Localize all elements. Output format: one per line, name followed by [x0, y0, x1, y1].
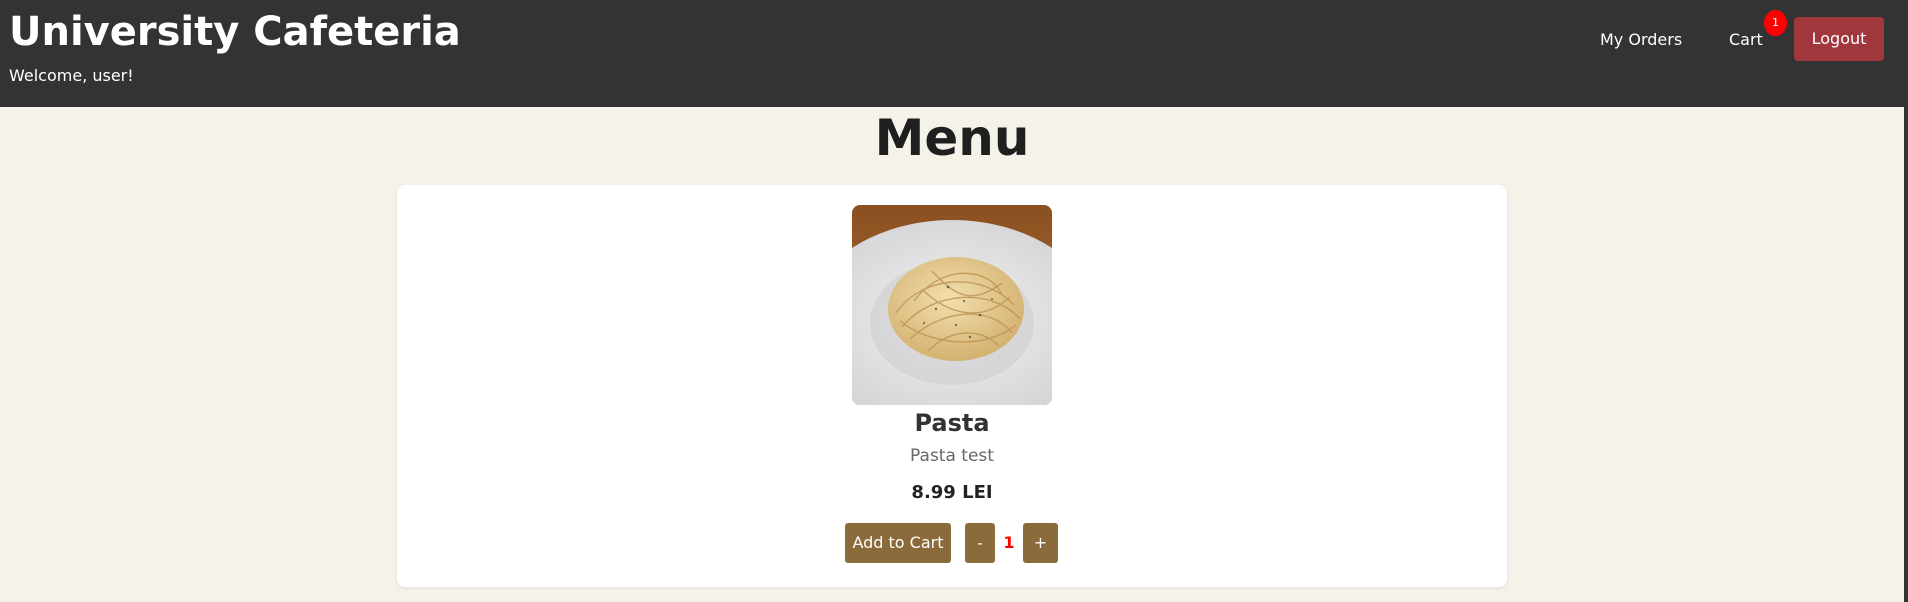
cart-count-badge: 1 — [1764, 10, 1787, 36]
menu-item-card: Pasta Pasta test 8.99 LEI Add to Cart - … — [397, 185, 1507, 587]
add-to-cart-button[interactable]: Add to Cart — [845, 523, 951, 563]
page-title: Menu — [874, 109, 1030, 167]
item-name: Pasta — [914, 409, 990, 437]
quantity-value: 1 — [1003, 533, 1015, 552]
brand-title: University Cafeteria — [9, 9, 461, 55]
decrement-quantity-button[interactable]: - — [965, 523, 995, 563]
welcome-message: Welcome, user! — [9, 66, 134, 85]
pasta-image — [852, 205, 1052, 405]
item-description: Pasta test — [910, 446, 994, 466]
page-edge — [1904, 0, 1908, 602]
logout-button[interactable]: Logout — [1794, 17, 1884, 61]
top-header: University Cafeteria Welcome, user! My O… — [0, 0, 1904, 107]
increment-quantity-button[interactable]: + — [1023, 523, 1058, 563]
cart-link[interactable]: Cart — [1729, 29, 1763, 51]
item-price: 8.99 LEI — [911, 482, 993, 503]
my-orders-link[interactable]: My Orders — [1600, 29, 1682, 51]
